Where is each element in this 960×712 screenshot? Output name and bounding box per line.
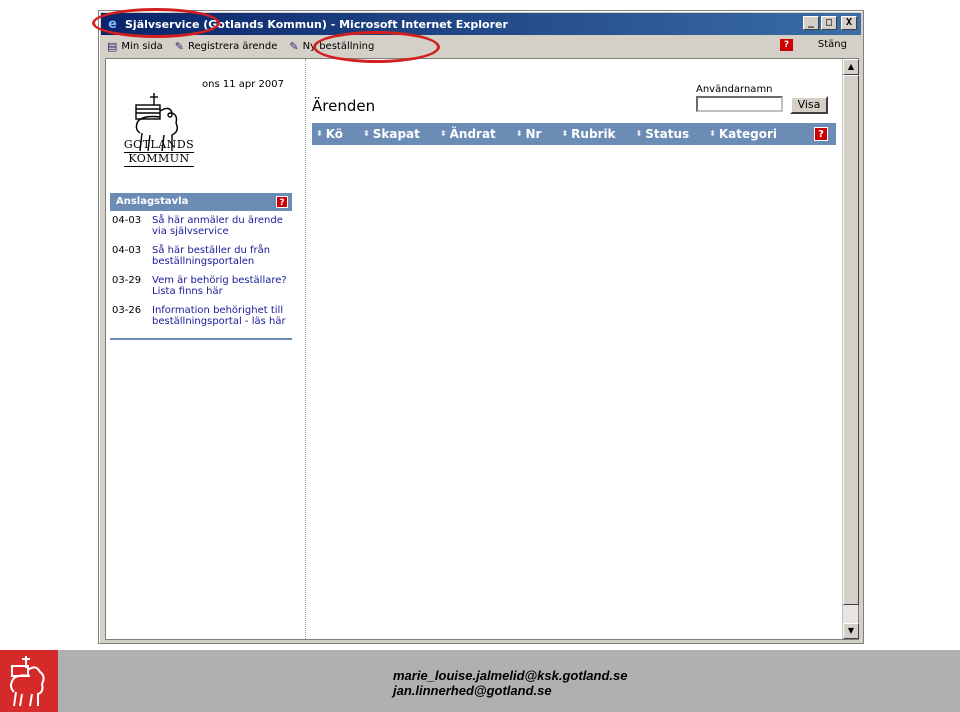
my-page-label: Min sida [121, 40, 163, 52]
column-header-status[interactable]: ⬍ Status [636, 127, 690, 141]
browser-window: e Självservice (Gotlands Kommun) - Micro… [98, 10, 864, 644]
sort-icon: ⬍ [561, 129, 569, 138]
app-toolbar: ▤ Min sida ✎ Registrera ärende ✎ Ny best… [101, 36, 861, 56]
list-item: 04-03 Så här beställer du från beställni… [110, 245, 292, 267]
column-header-number[interactable]: ⬍ Nr [516, 127, 542, 141]
bulletin-list: 04-03 Så här anmäler du ärende via själv… [110, 211, 292, 340]
bulletin-date: 03-26 [112, 305, 142, 316]
bulletin-title: Anslagstavla [116, 196, 189, 207]
annotation-circle [313, 31, 440, 63]
scroll-up-icon[interactable]: ▲ [843, 59, 859, 75]
contact-email-2: jan.linnerhed@gotland.se [393, 683, 552, 698]
bulletin-board: Anslagstavla ? 04-03 Så här anmäler du ä… [110, 193, 292, 340]
lamb-icon [10, 656, 45, 707]
slide-footer: marie_louise.jalmelid@ksk.gotland.se jan… [0, 650, 960, 712]
column-header-created[interactable]: ⬍ Skapat [363, 127, 420, 141]
bulletin-link[interactable]: Vem är behörig beställare? Lista finns h… [152, 275, 292, 297]
maximize-button[interactable]: □ [821, 16, 837, 30]
minimize-button[interactable]: _ [803, 16, 819, 30]
column-header-changed[interactable]: ⬍ Ändrat [440, 127, 496, 141]
column-header-queue[interactable]: ⬍ Kö [316, 127, 343, 141]
column-label: Kategori [718, 127, 777, 141]
bulletin-link[interactable]: Så här beställer du från beställningspor… [152, 245, 292, 267]
gotland-lamb-logo-icon [0, 650, 58, 712]
bulletin-date: 04-03 [112, 215, 142, 226]
window-controls: _ □ X [803, 16, 857, 30]
column-label: Status [645, 127, 690, 141]
list-item: 03-29 Vem är behörig beställare? Lista f… [110, 275, 292, 297]
sort-icon: ⬍ [709, 129, 716, 138]
page-title: Ärenden [312, 97, 376, 115]
bulletin-date: 03-29 [112, 275, 142, 286]
current-date: ons 11 apr 2007 [202, 79, 284, 90]
help-icon[interactable]: ? [780, 39, 793, 51]
pen-icon: ✎ [174, 39, 185, 53]
column-label: Nr [525, 127, 542, 141]
main-pane: Ärenden Användarnamn Visa ⬍ Kö ⬍ Skapat ⬍ Ä… [309, 59, 842, 639]
my-page-link[interactable]: ▤ Min sida [101, 37, 169, 55]
bulletin-link[interactable]: Information behörighet till beställnings… [152, 305, 292, 327]
pen-icon: ✎ [289, 39, 299, 53]
bulletin-link[interactable]: Så här anmäler du ärende via självservic… [152, 215, 292, 237]
column-header-category[interactable]: ⬍ Kategori [709, 127, 777, 141]
column-label: Ändrat [449, 127, 496, 141]
username-input[interactable] [696, 96, 783, 112]
scroll-thumb[interactable] [843, 75, 859, 605]
sort-icon: ⬍ [635, 129, 643, 138]
left-pane: GOTLANDS KOMMUN ons 11 apr 2007 Anslagst… [106, 59, 306, 639]
page-content: GOTLANDS KOMMUN ons 11 apr 2007 Anslagst… [105, 58, 859, 640]
logo-text-line1: GOTLANDS [123, 138, 195, 151]
table-header: ⬍ Kö ⬍ Skapat ⬍ Ändrat ⬍ Nr ⬍ Rubrik ⬍ Status … [312, 123, 836, 145]
register-case-link[interactable]: ✎ Registrera ärende [169, 37, 284, 55]
list-item: 04-03 Så här anmäler du ärende via själv… [110, 215, 292, 237]
help-icon[interactable]: ? [814, 127, 828, 141]
annotation-circle [92, 8, 220, 38]
slide: e Självservice (Gotlands Kommun) - Micro… [0, 0, 960, 712]
logo-text-line2: KOMMUN [128, 152, 190, 165]
logo-text: GOTLANDS KOMMUN [114, 139, 204, 167]
column-label: Skapat [372, 127, 420, 141]
register-case-label: Registrera ärende [188, 40, 278, 52]
show-button[interactable]: Visa [790, 96, 828, 114]
logo-rule [124, 166, 194, 167]
vertical-scrollbar[interactable]: ▲ ▼ [842, 59, 859, 639]
sort-icon: ⬍ [439, 129, 447, 138]
bulletin-header: Anslagstavla ? [110, 193, 292, 211]
contact-email-1: marie_louise.jalmelid@ksk.gotland.se [393, 668, 628, 683]
sort-icon: ⬍ [515, 129, 523, 138]
sort-icon: ⬍ [316, 129, 323, 138]
column-header-subject[interactable]: ⬍ Rubrik [561, 127, 615, 141]
column-label: Rubrik [571, 127, 616, 141]
column-label: Kö [325, 127, 344, 141]
list-item: 03-26 Information behörighet till bestäl… [110, 305, 292, 327]
sort-icon: ⬍ [363, 129, 370, 138]
close-link[interactable]: Stäng [818, 39, 847, 50]
page-icon: ▤ [107, 39, 118, 53]
help-icon[interactable]: ? [276, 196, 288, 208]
scroll-down-icon[interactable]: ▼ [843, 623, 859, 639]
username-label: Användarnamn [696, 84, 773, 95]
bulletin-date: 04-03 [112, 245, 142, 256]
close-window-button[interactable]: X [841, 16, 857, 30]
